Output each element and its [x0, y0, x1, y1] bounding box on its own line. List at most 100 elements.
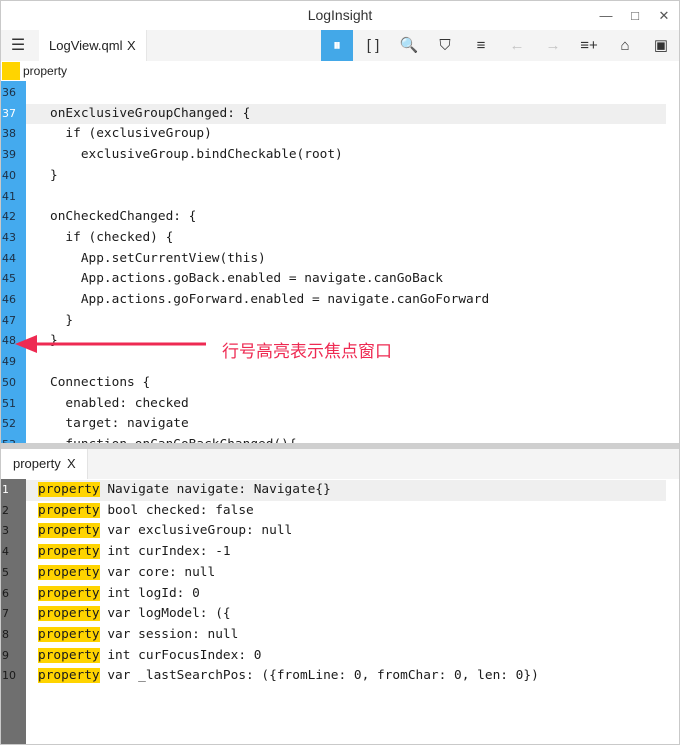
- code-rest: int curIndex: -1: [99, 544, 231, 560]
- menu-list-icon[interactable]: ☰: [7, 35, 29, 57]
- code-line[interactable]: 3 property var exclusiveGroup: null: [1, 521, 679, 542]
- code-text: target: navigate: [50, 416, 189, 432]
- code-text: onExclusiveGroupChanged: {: [50, 105, 251, 121]
- line-number: 52: [2, 417, 16, 431]
- code-line[interactable]: 46 App.actions.goForward.enabled = navig…: [1, 290, 679, 311]
- line-number: 38: [2, 127, 16, 141]
- code-text: property var _lastSearchPos: ({fromLine:…: [38, 666, 539, 687]
- code-text: property int logId: 0: [38, 584, 200, 605]
- code-line[interactable]: 2 property bool checked: false: [1, 501, 679, 522]
- code-line[interactable]: 45 App.actions.goBack.enabled = navigate…: [1, 269, 679, 290]
- code-text: property Navigate navigate: Navigate{}: [38, 480, 331, 501]
- code-line[interactable]: 8 property var session: null: [1, 625, 679, 646]
- code-text: if (checked) {: [50, 229, 174, 245]
- search-button[interactable]: 🔍: [393, 30, 425, 61]
- code-line[interactable]: 6 property int logId: 0: [1, 584, 679, 605]
- code-rest: var core: null: [99, 564, 216, 580]
- title-bar: LogInsight — □ ✕: [1, 1, 679, 30]
- code-line[interactable]: 5 property var core: null: [1, 563, 679, 584]
- code-line[interactable]: 51 enabled: checked: [1, 394, 679, 415]
- line-number: 44: [2, 251, 16, 265]
- code-rest: int curFocusIndex: 0: [99, 647, 262, 663]
- line-number: 3: [2, 524, 9, 538]
- code-line[interactable]: 9 property int curFocusIndex: 0: [1, 646, 679, 667]
- editor-pane-top[interactable]: 36 37 onExclusiveGroupChanged: {38 if (exc…: [1, 81, 679, 443]
- code-rest: var exclusiveGroup: null: [99, 523, 293, 539]
- keyword-highlight: property: [38, 668, 100, 684]
- add-list-button[interactable]: ≡+: [573, 30, 605, 61]
- filter-button[interactable]: ⛉: [429, 30, 461, 61]
- code-text: property var logModel: ({: [38, 604, 231, 625]
- code-line[interactable]: 41: [1, 187, 679, 208]
- minimize-button[interactable]: —: [591, 1, 621, 30]
- code-line[interactable]: 38 if (exclusiveGroup): [1, 124, 679, 145]
- tab-label: LogView.qml: [49, 38, 123, 53]
- back-button[interactable]: ←: [501, 30, 533, 61]
- brackets-button[interactable]: [ ]: [357, 30, 389, 61]
- tool-button[interactable]: ⌂: [609, 30, 641, 61]
- code-line[interactable]: 44 App.setCurrentView(this): [1, 249, 679, 270]
- line-number: 53: [2, 435, 26, 443]
- code-line[interactable]: 53 function onCanGoBackChanged(){: [1, 435, 679, 443]
- keyword-highlight: property: [38, 544, 100, 560]
- code-line[interactable]: 36: [1, 83, 679, 104]
- code-rest: Navigate navigate: Navigate{}: [99, 482, 331, 497]
- code-rest: var _lastSearchPos: ({fromLine: 0, fromC…: [99, 668, 539, 684]
- line-number: 43: [2, 230, 16, 244]
- code-line[interactable]: 37 onExclusiveGroupChanged: {: [1, 103, 679, 125]
- code-line[interactable]: 50 Connections {: [1, 373, 679, 394]
- line-number: 1: [2, 483, 9, 496]
- line-number: 8: [2, 627, 9, 641]
- maximize-button[interactable]: □: [620, 1, 650, 30]
- code-line[interactable]: 39 exclusiveGroup.bindCheckable(root): [1, 145, 679, 166]
- line-number: 5: [2, 565, 9, 579]
- tab-logview[interactable]: LogView.qml X: [39, 30, 147, 61]
- code-text: if (exclusiveGroup): [50, 126, 212, 142]
- code-line[interactable]: 1 property Navigate navigate: Navigate{}: [1, 480, 679, 501]
- bottom-tab-bar: property X: [1, 449, 679, 479]
- code-line[interactable]: 52 target: navigate: [1, 414, 679, 435]
- forward-button[interactable]: →: [537, 30, 569, 61]
- line-number: 7: [2, 607, 9, 621]
- camera-button[interactable]: ▣: [645, 30, 677, 61]
- line-number: 2: [2, 503, 9, 517]
- code-line[interactable]: 40}: [1, 166, 679, 187]
- align-button[interactable]: ≡: [465, 30, 497, 61]
- toolbar: ☰ LogView.qml X ⏸[ ] 🔍 ⛉ ≡ ← → ≡+ ⌂ ▣: [1, 30, 679, 62]
- editor-pane-bottom[interactable]: 1 property Navigate navigate: Navigate{} 2…: [1, 479, 679, 744]
- code-text: property int curIndex: -1: [38, 542, 231, 563]
- code-text: property var exclusiveGroup: null: [38, 521, 292, 542]
- line-number: 46: [2, 293, 16, 306]
- annotation-text: 行号高亮表示焦点窗口: [222, 342, 392, 362]
- code-rest: bool checked: false: [99, 502, 254, 518]
- line-number: 51: [2, 396, 16, 410]
- vertical-scrollbar[interactable]: [667, 81, 679, 443]
- code-line[interactable]: 7 property var logModel: ({: [1, 604, 679, 625]
- line-number: 41: [2, 189, 16, 203]
- keyword-highlight: property: [38, 585, 100, 601]
- line-number: 39: [2, 148, 16, 162]
- tab-property[interactable]: property X: [1, 449, 88, 479]
- filter-color-swatch[interactable]: [2, 62, 20, 80]
- pause-button[interactable]: ⏸: [321, 30, 353, 61]
- code-text: App.actions.goForward.enabled = navigate…: [50, 292, 490, 307]
- line-number: 45: [2, 272, 16, 286]
- code-text: property int curFocusIndex: 0: [38, 646, 261, 667]
- tab-close-button[interactable]: X: [67, 449, 76, 479]
- tab-close-button[interactable]: X: [127, 30, 136, 61]
- code-line[interactable]: 10 property var _lastSearchPos: ({fromLin…: [1, 666, 679, 687]
- app-window: LogInsight — □ ✕ ☰ LogView.qml X ⏸[ ] 🔍 ⛉ ≡…: [0, 0, 680, 745]
- code-text: function onCanGoBackChanged(){: [50, 435, 296, 443]
- code-text: property var core: null: [38, 563, 215, 584]
- code-line[interactable]: 42 onCheckedChanged: {: [1, 207, 679, 228]
- keyword-highlight: property: [38, 502, 100, 518]
- code-rest: var logModel: ({: [99, 606, 231, 622]
- code-text: property bool checked: false: [38, 501, 254, 522]
- filter-keyword: property: [23, 64, 68, 78]
- code-text: onCheckedChanged: {: [50, 209, 197, 225]
- line-number: 50: [2, 375, 16, 389]
- code-line[interactable]: 4 property int curIndex: -1: [1, 542, 679, 563]
- code-line[interactable]: 43 if (checked) {: [1, 228, 679, 249]
- window-title: LogInsight: [307, 7, 373, 23]
- close-button[interactable]: ✕: [649, 1, 679, 30]
